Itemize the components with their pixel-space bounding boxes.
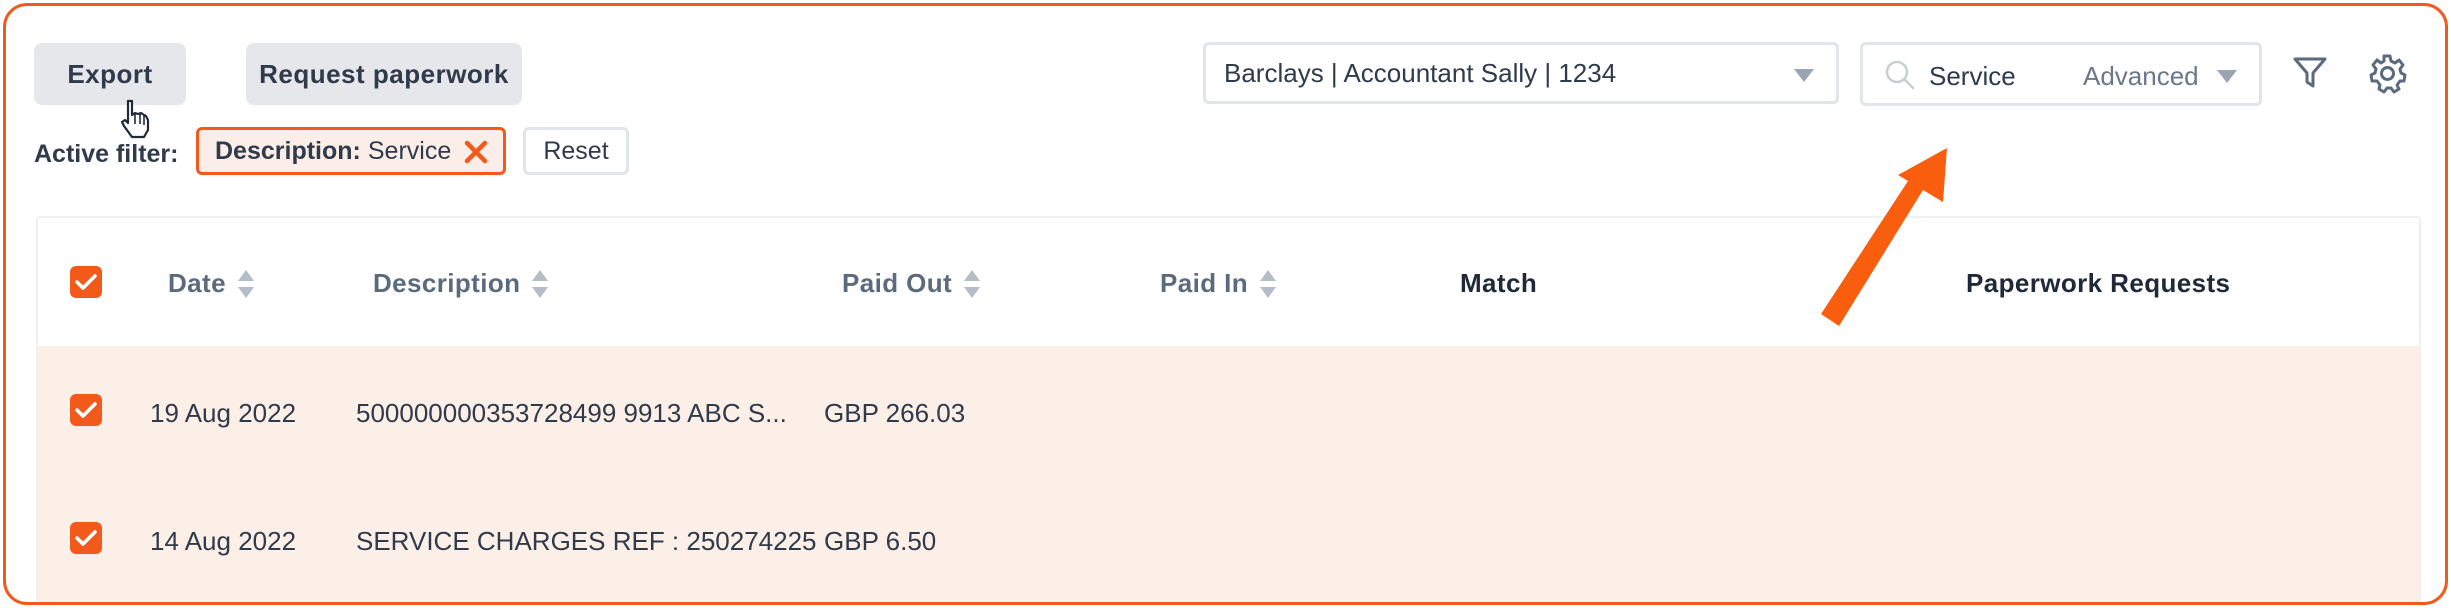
checkbox-checked-icon: [75, 274, 97, 290]
reset-filter-button[interactable]: Reset: [523, 127, 629, 175]
sort-icon: [237, 269, 254, 298]
filter-chip-key: Description:: [215, 136, 361, 165]
cell-date: 14 Aug 2022: [150, 526, 297, 556]
column-header-match: Match: [1460, 268, 1538, 298]
search-input[interactable]: Service: [1929, 61, 2016, 92]
select-all-checkbox[interactable]: [70, 266, 102, 298]
active-filter-chip: Description: Service: [196, 127, 506, 175]
cell-description: 500000000353728499 9913 ABC S...: [356, 398, 787, 428]
column-header-paid-out[interactable]: Paid Out: [842, 268, 981, 299]
search-icon: [1885, 60, 1915, 90]
chevron-down-icon: [2217, 70, 2237, 83]
filter-icon[interactable]: [2289, 52, 2331, 94]
pointer-cursor-icon: [120, 99, 150, 139]
cell-paid-out: GBP 266.03: [824, 398, 966, 428]
filter-chip-value: Service: [367, 136, 452, 165]
request-paperwork-button[interactable]: Request paperwork: [246, 43, 522, 105]
cell-date: 19 Aug 2022: [150, 398, 297, 428]
advanced-search-toggle[interactable]: Advanced: [2083, 61, 2199, 92]
sort-icon: [964, 269, 981, 298]
column-header-description[interactable]: Description: [373, 268, 549, 299]
row-checkbox[interactable]: [70, 394, 102, 426]
table-row[interactable]: 14 Aug 2022 SERVICE CHARGES REF : 250274…: [38, 474, 2419, 602]
annotation-arrow-icon: [1821, 148, 1947, 326]
gear-icon[interactable]: [2366, 52, 2408, 94]
account-select[interactable]: Barclays | Accountant Sally | 1234: [1203, 42, 1839, 104]
cell-paid-out: GBP 6.50: [824, 526, 937, 556]
row-checkbox[interactable]: [70, 522, 102, 554]
close-icon[interactable]: [463, 139, 489, 165]
sort-icon: [532, 269, 549, 298]
export-button[interactable]: Export: [34, 43, 186, 105]
transactions-table: Date Description Paid Out Paid In Match …: [36, 216, 2421, 602]
checkbox-checked-icon: [75, 402, 97, 418]
sort-icon: [1260, 269, 1277, 298]
column-header-paid-in[interactable]: Paid In: [1160, 268, 1277, 299]
search-field[interactable]: Service Advanced: [1860, 42, 2262, 106]
account-select-value: Barclays | Accountant Sally | 1234: [1224, 57, 1617, 88]
active-filter-label: Active filter:: [34, 140, 179, 168]
chevron-down-icon: [1794, 69, 1814, 82]
table-header: Date Description Paid Out Paid In Match …: [38, 218, 2419, 346]
cell-description: SERVICE CHARGES REF : 250274225: [356, 526, 817, 556]
app-frame: Export Request paperwork Barclays | Acco…: [3, 3, 2448, 605]
column-header-date[interactable]: Date: [168, 268, 254, 299]
checkbox-checked-icon: [75, 530, 97, 546]
table-row[interactable]: 19 Aug 2022 500000000353728499 9913 ABC …: [38, 346, 2419, 474]
